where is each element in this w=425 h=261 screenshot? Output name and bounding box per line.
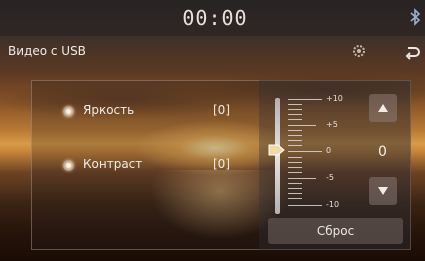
video-settings-screen: 00:00 Видео с USB Яркость [0] Контраст [… [0,0,425,261]
tick-major [288,125,316,126]
clock: 00:00 [182,6,248,30]
tick-minor [288,119,302,120]
increase-button[interactable] [369,94,397,122]
scale-label-zero: 0 [326,146,332,155]
scale-label-minus10: -10 [326,200,340,209]
tick-minor [288,172,302,173]
tick-minor [288,130,302,131]
tick-minor [288,157,302,158]
tick-minor [288,109,302,110]
tick-minor [288,198,302,199]
tick-minor [288,162,302,163]
contrast-radio[interactable] [63,160,74,171]
tick-minor [288,140,302,141]
triangle-down-icon [378,187,388,195]
tick-minor [288,193,302,194]
settings-gear-icon[interactable] [351,43,367,59]
contrast-label: Контраст [83,157,143,171]
current-value: 0 [378,144,387,160]
bluetooth-icon [410,8,421,26]
tick-minor [288,114,302,115]
tick-minor [288,167,302,168]
tick-major [288,205,322,206]
tick-major [288,99,322,100]
scale-label-minus5: -5 [326,173,334,182]
tick-major [288,151,322,152]
decrease-button[interactable] [369,177,397,205]
tick-major [288,178,316,179]
triangle-up-icon [378,104,388,112]
contrast-value: [0] [213,157,230,171]
tick-minor [288,145,302,146]
tick-minor [288,104,302,105]
brightness-value: [0] [213,103,230,117]
brightness-label: Яркость [83,103,135,117]
scale-label-plus10: +10 [326,94,343,103]
scale-label-plus5: +5 [326,120,338,129]
back-arrow-icon[interactable] [404,44,420,60]
tick-minor [288,188,302,189]
page-title: Видео с USB [8,44,86,58]
brightness-radio[interactable] [63,106,74,117]
tick-minor [288,135,302,136]
reset-button[interactable]: Сброс [268,218,403,244]
tick-minor [288,183,302,184]
slider-handle[interactable] [268,143,286,157]
